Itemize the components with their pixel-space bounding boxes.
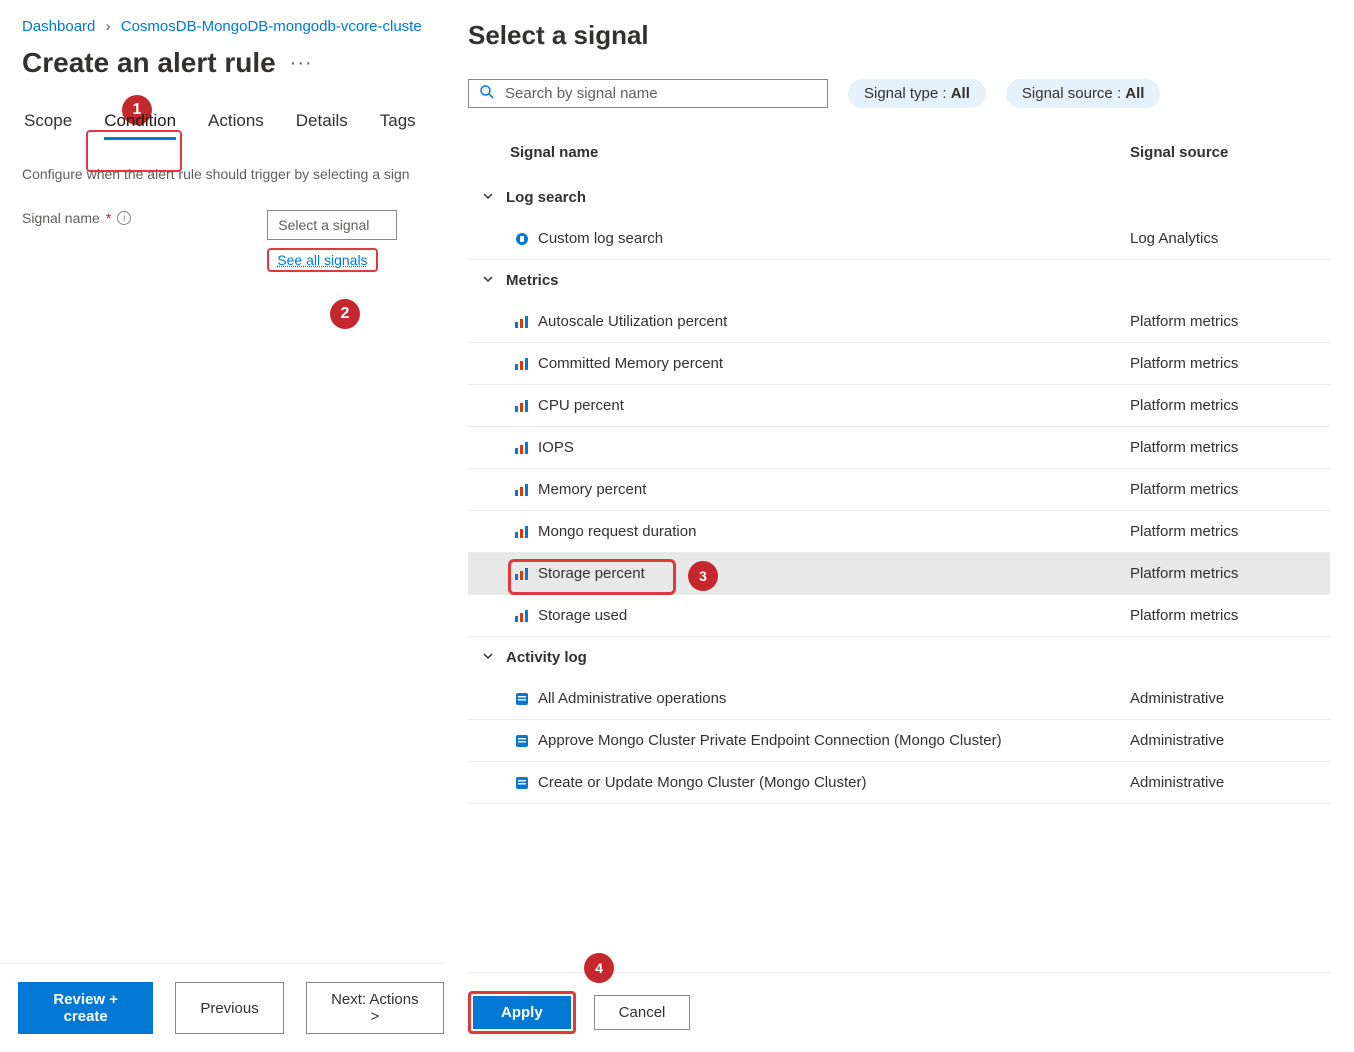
- signal-name-dropdown[interactable]: Select a signal: [267, 210, 397, 240]
- signal-storage-used[interactable]: Storage used Platform metrics: [468, 595, 1330, 637]
- wizard-footer: Review + create Previous Next: Actions >: [0, 963, 444, 1052]
- signal-search-input[interactable]: [505, 85, 817, 102]
- group-activity-log[interactable]: Activity log: [468, 637, 1330, 678]
- apply-button[interactable]: Apply: [473, 996, 571, 1029]
- condition-help-text: Configure when the alert rule should tri…: [22, 166, 444, 182]
- tab-condition[interactable]: Condition: [102, 107, 178, 150]
- more-menu-icon[interactable]: ···: [290, 52, 313, 75]
- search-icon: [479, 84, 495, 103]
- breadcrumb-separator: ›: [106, 18, 111, 35]
- metric-icon: [514, 398, 538, 414]
- next-actions-button[interactable]: Next: Actions >: [306, 982, 444, 1034]
- chevron-down-icon: [482, 189, 496, 206]
- signal-storage-percent[interactable]: Storage percent Platform metrics 3: [468, 553, 1330, 595]
- metric-icon: [514, 314, 538, 330]
- chevron-down-icon: [482, 649, 496, 666]
- signal-mongo-request-duration[interactable]: Mongo request duration Platform metrics: [468, 511, 1330, 553]
- tab-details[interactable]: Details: [294, 107, 350, 150]
- signal-custom-log-search[interactable]: Custom log search Log Analytics: [468, 218, 1330, 260]
- callout-2: 2: [330, 299, 360, 329]
- signal-table-header: Signal name Signal source: [468, 136, 1330, 177]
- log-analytics-icon: [514, 231, 538, 247]
- signal-autoscale-utilization[interactable]: Autoscale Utilization percent Platform m…: [468, 301, 1330, 343]
- previous-button[interactable]: Previous: [175, 982, 283, 1034]
- callout-2-highlight: See all signals: [267, 248, 377, 272]
- callout-4-highlight: Apply: [468, 991, 576, 1034]
- metric-icon: [514, 440, 538, 456]
- activity-log-icon: [514, 733, 538, 749]
- signal-create-update-cluster[interactable]: Create or Update Mongo Cluster (Mongo Cl…: [468, 762, 1330, 804]
- tab-tags[interactable]: Tags: [378, 107, 418, 150]
- breadcrumb-dashboard[interactable]: Dashboard: [22, 18, 95, 35]
- tab-actions[interactable]: Actions: [206, 107, 266, 150]
- signal-name-label: Signal name * i: [22, 210, 131, 226]
- required-marker: *: [106, 210, 111, 226]
- panel-footer: 4 Apply Cancel: [468, 972, 1330, 1052]
- metric-icon: [514, 566, 538, 582]
- callout-3: 3: [688, 561, 718, 591]
- group-metrics[interactable]: Metrics: [468, 260, 1330, 301]
- signal-iops[interactable]: IOPS Platform metrics: [468, 427, 1330, 469]
- signal-source-filter[interactable]: Signal source : All: [1006, 79, 1161, 108]
- signal-type-filter[interactable]: Signal type : All: [848, 79, 986, 108]
- panel-title: Select a signal: [468, 20, 1330, 51]
- activity-log-icon: [514, 691, 538, 707]
- activity-log-icon: [514, 775, 538, 791]
- signal-committed-memory[interactable]: Committed Memory percent Platform metric…: [468, 343, 1330, 385]
- group-log-search[interactable]: Log search: [468, 177, 1330, 218]
- page-title: Create an alert rule: [22, 47, 276, 79]
- metric-icon: [514, 608, 538, 624]
- signal-memory-percent[interactable]: Memory percent Platform metrics: [468, 469, 1330, 511]
- breadcrumb: Dashboard › CosmosDB-MongoDB-mongodb-vco…: [22, 18, 444, 35]
- col-signal-name: Signal name: [510, 144, 1130, 161]
- info-icon[interactable]: i: [117, 211, 131, 225]
- cancel-button[interactable]: Cancel: [594, 995, 691, 1030]
- callout-4: 4: [584, 953, 614, 983]
- signal-search-box[interactable]: [468, 79, 828, 108]
- review-create-button[interactable]: Review + create: [18, 982, 153, 1034]
- alert-rule-tabs: Scope Condition Actions Details Tags Rev: [22, 107, 444, 150]
- metric-icon: [514, 482, 538, 498]
- signal-all-admin-ops[interactable]: All Administrative operations Administra…: [468, 678, 1330, 720]
- signal-approve-endpoint[interactable]: Approve Mongo Cluster Private Endpoint C…: [468, 720, 1330, 762]
- col-signal-source: Signal source: [1130, 144, 1330, 161]
- tab-scope[interactable]: Scope: [22, 107, 74, 150]
- metric-icon: [514, 356, 538, 372]
- see-all-signals-link[interactable]: See all signals: [277, 252, 367, 268]
- signal-cpu-percent[interactable]: CPU percent Platform metrics: [468, 385, 1330, 427]
- metric-icon: [514, 524, 538, 540]
- breadcrumb-resource[interactable]: CosmosDB-MongoDB-mongodb-vcore-cluste: [121, 18, 422, 35]
- chevron-down-icon: [482, 272, 496, 289]
